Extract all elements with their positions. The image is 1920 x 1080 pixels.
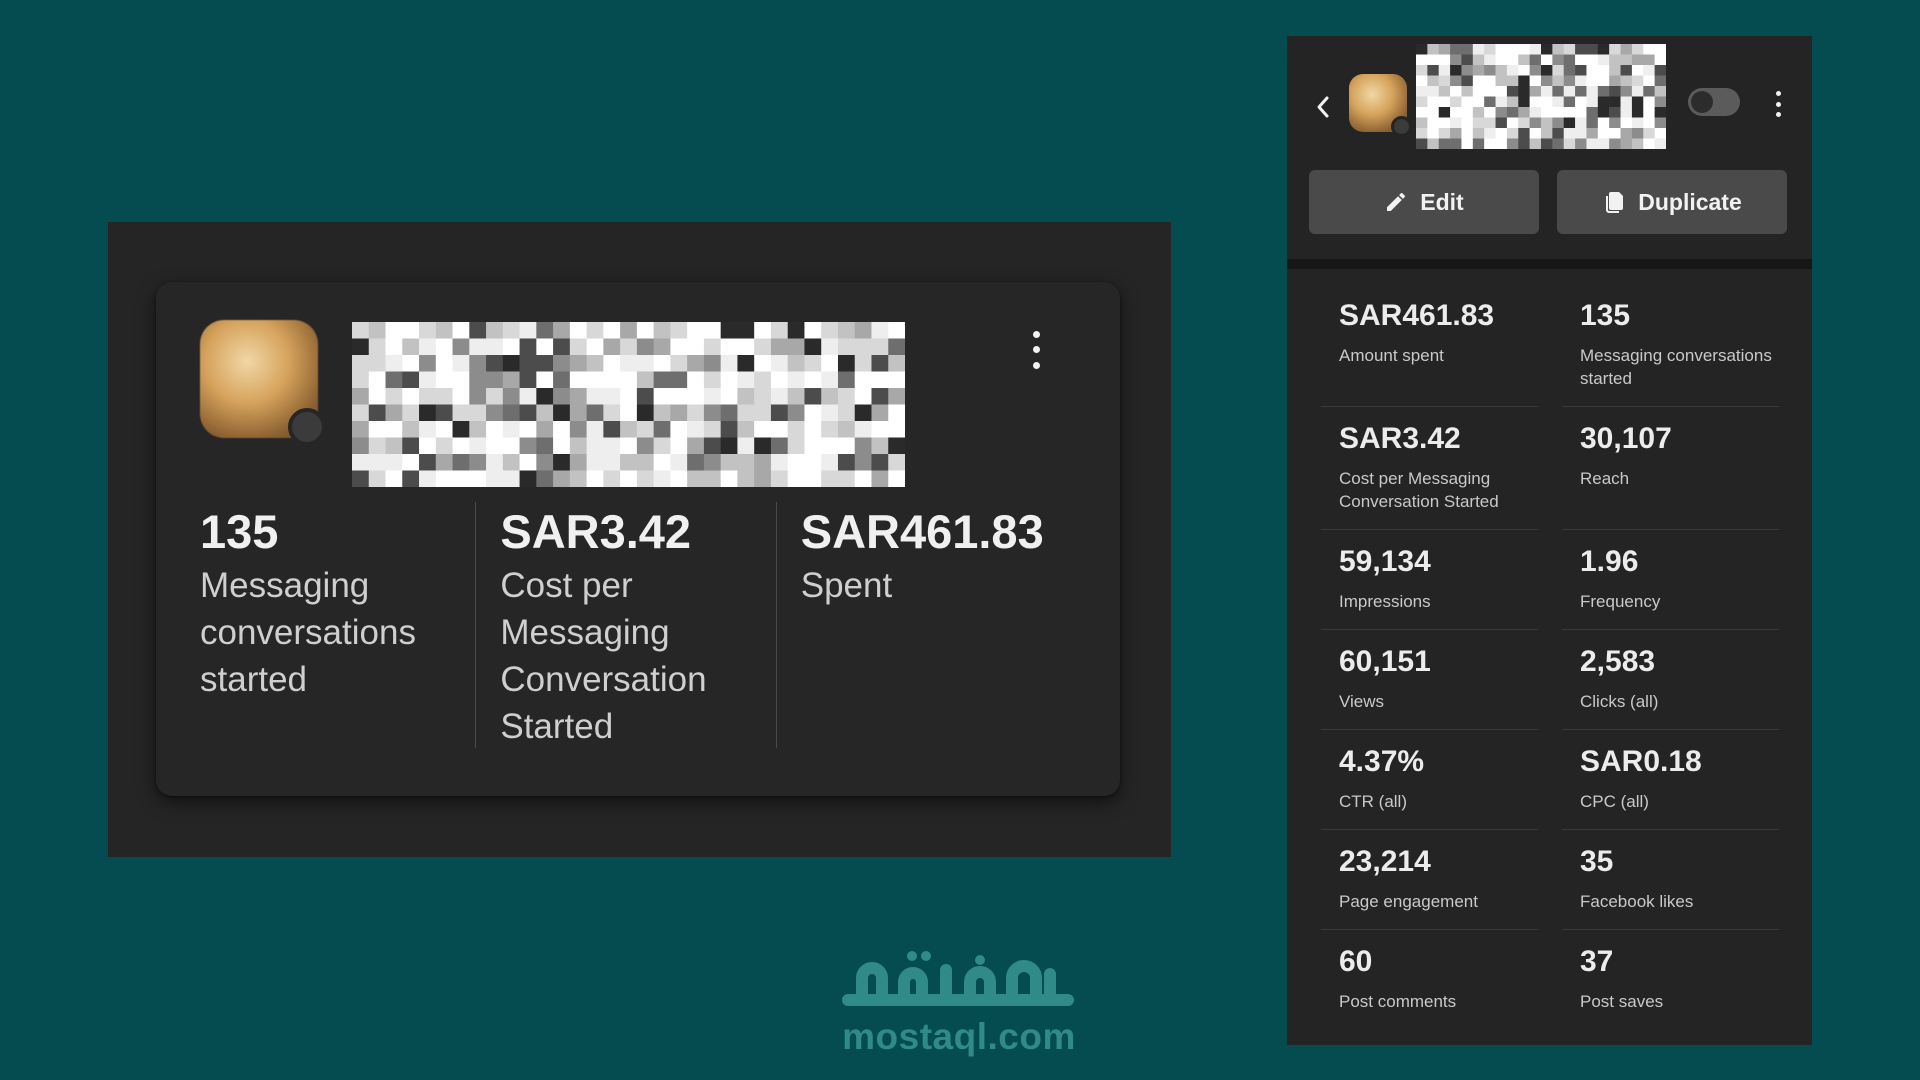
- edit-button-label: Edit: [1420, 188, 1464, 215]
- metric-label: Facebook likes: [1580, 892, 1694, 911]
- metric-value: 23,214: [1339, 845, 1431, 878]
- metric-value: 4.37%: [1339, 745, 1425, 778]
- stat-value: SAR461.83: [800, 505, 1044, 558]
- metric-label: Clicks (all): [1580, 692, 1659, 711]
- metric-value: 60,151: [1339, 645, 1431, 678]
- status-dot: [1391, 116, 1412, 137]
- stat-label: Spent: [800, 566, 893, 605]
- pencil-icon: [1387, 192, 1406, 211]
- metric-views: 60,151 Views: [1321, 630, 1538, 730]
- summary-frame: 135 Messaging conversations started SAR3…: [108, 222, 1171, 857]
- metric-label: CTR (all): [1339, 792, 1407, 811]
- stat-label: Messaging conversations started: [200, 566, 416, 699]
- duplicate-button[interactable]: Duplicate: [1557, 170, 1787, 234]
- metric-label: Views: [1339, 692, 1385, 711]
- metric-impressions: 59,134 Impressions: [1321, 530, 1538, 630]
- toggle-knob: [1691, 91, 1713, 113]
- metric-label: Page engagement: [1339, 892, 1478, 911]
- metric-value: 2,583: [1580, 645, 1656, 678]
- metric-label: CPC (all): [1580, 792, 1649, 811]
- metric-page-engagement: 23,214 Page engagement: [1321, 830, 1538, 930]
- more-vertical-icon[interactable]: [1024, 327, 1048, 373]
- copy-icon: [1606, 192, 1624, 213]
- metric-value: 135: [1580, 299, 1631, 332]
- metric-value: SAR3.42: [1339, 422, 1461, 455]
- metric-label: Frequency: [1580, 592, 1661, 611]
- status-dot: [288, 408, 326, 446]
- metric-value: 30,107: [1580, 422, 1672, 455]
- stat-value: 135: [200, 505, 279, 558]
- more-vertical-icon[interactable]: [1771, 91, 1785, 117]
- mostaql-logo: [842, 951, 1074, 1006]
- metric-value: 35: [1580, 845, 1614, 878]
- metric-value: SAR461.83: [1339, 299, 1495, 332]
- stat-cost-per-conversation: SAR3.42 Cost per Messaging Conversation …: [476, 502, 777, 748]
- metric-messaging-conversations: 135 Messaging conversations started: [1562, 284, 1779, 407]
- chevron-left-icon[interactable]: [1313, 92, 1333, 122]
- metric-cost-per-conversation: SAR3.42 Cost per Messaging Conversation …: [1321, 407, 1538, 530]
- stat-label: Cost per Messaging Conversation Started: [500, 566, 707, 746]
- metric-frequency: 1.96 Frequency: [1562, 530, 1779, 630]
- metric-label: Reach: [1580, 469, 1630, 488]
- stat-spent: SAR461.83 Spent: [777, 502, 1100, 748]
- summary-stats: 135 Messaging conversations started SAR3…: [200, 502, 1100, 748]
- metric-label: Impressions: [1339, 592, 1431, 611]
- redacted-ad-name: [1416, 44, 1666, 149]
- metric-facebook-likes: 35 Facebook likes: [1562, 830, 1779, 930]
- edit-button[interactable]: Edit: [1309, 170, 1539, 234]
- ad-summary-card: 135 Messaging conversations started SAR3…: [156, 282, 1120, 796]
- metric-amount-spent: SAR461.83 Amount spent: [1321, 284, 1538, 407]
- metric-label: Post saves: [1580, 992, 1664, 1011]
- redacted-ad-name: [352, 322, 905, 487]
- stat-messaging-conversations: 135 Messaging conversations started: [200, 502, 477, 748]
- metric-reach: 30,107 Reach: [1562, 407, 1779, 530]
- metric-value: 60: [1339, 945, 1373, 978]
- metrics-grid: SAR461.83 Amount spent 135 Messaging con…: [1321, 284, 1779, 1030]
- metric-label: Messaging conversations started: [1580, 346, 1772, 388]
- metric-ctr-all: 4.37% CTR (all): [1321, 730, 1538, 830]
- metric-label: Amount spent: [1339, 346, 1444, 365]
- stat-value: SAR3.42: [500, 505, 692, 558]
- duplicate-button-label: Duplicate: [1638, 188, 1742, 215]
- ad-status-toggle[interactable]: [1688, 88, 1740, 116]
- metric-value: SAR0.18: [1580, 745, 1702, 778]
- metric-label: Cost per Messaging Conversation Started: [1339, 469, 1499, 511]
- metric-post-comments: 60 Post comments: [1321, 930, 1538, 1030]
- metric-post-saves: 37 Post saves: [1562, 930, 1779, 1030]
- metric-value: 37: [1580, 945, 1614, 978]
- metric-cpc-all: SAR0.18 CPC (all): [1562, 730, 1779, 830]
- metric-clicks-all: 2,583 Clicks (all): [1562, 630, 1779, 730]
- metric-label: Post comments: [1339, 992, 1457, 1011]
- ad-detail-panel: Edit Duplicate SAR461.83 Amount spent 13…: [1287, 36, 1812, 1045]
- metric-value: 59,134: [1339, 545, 1431, 578]
- section-divider: [1287, 259, 1812, 269]
- watermark-url: mostaql.com: [842, 1016, 1076, 1057]
- metric-value: 1.96: [1580, 545, 1639, 578]
